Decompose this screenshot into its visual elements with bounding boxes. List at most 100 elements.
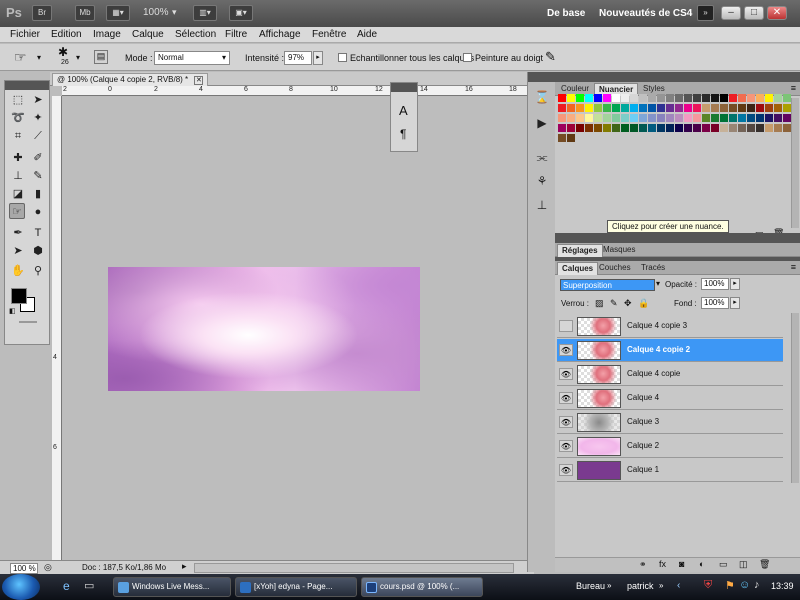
swatch[interactable] [675, 104, 683, 112]
swatch[interactable] [729, 104, 737, 112]
swatch[interactable] [612, 104, 620, 112]
swatch[interactable] [639, 94, 647, 102]
screen-mode-icon[interactable]: ▣▾ [229, 5, 253, 21]
security-shield-icon[interactable]: ⛨ [704, 579, 712, 592]
layer-row[interactable]: 👁 Calque 2 [557, 435, 783, 458]
layer-row[interactable]: 👁 Calque 4 copie 2 [557, 339, 783, 362]
dodge-tool-icon[interactable]: ● [30, 204, 46, 220]
task-photoshop[interactable]: cours.psd @ 100% (... [361, 577, 483, 597]
swatch[interactable] [558, 134, 566, 142]
swatch[interactable] [729, 94, 737, 102]
swatch[interactable] [612, 124, 620, 132]
menu-filtre[interactable]: Filtre [225, 29, 247, 40]
swatch[interactable] [756, 124, 764, 132]
swatch[interactable] [594, 104, 602, 112]
swatch[interactable] [747, 104, 755, 112]
swatch[interactable] [639, 124, 647, 132]
swatch[interactable] [693, 94, 701, 102]
layer-style-icon[interactable]: fx [659, 559, 666, 569]
layers-scrollbar[interactable] [791, 313, 799, 483]
layer-row[interactable]: 👁 Calque 4 copie [557, 363, 783, 386]
swatch[interactable] [639, 114, 647, 122]
close-button[interactable]: ✕ [767, 6, 787, 20]
tab-traces[interactable]: Tracés [637, 262, 669, 275]
swatch[interactable] [774, 124, 782, 132]
swatch[interactable] [738, 114, 746, 122]
swatch[interactable] [711, 124, 719, 132]
lasso-tool-icon[interactable]: ➰ [10, 110, 26, 126]
swatch[interactable] [702, 104, 710, 112]
document-tab[interactable]: @ 100% (Calque 4 copie 2, RVB/8) * ✕ [52, 73, 209, 86]
swatch[interactable] [612, 114, 620, 122]
swatch[interactable] [666, 94, 674, 102]
swatch[interactable] [684, 114, 692, 122]
swatch[interactable] [702, 124, 710, 132]
actions-panel-icon[interactable]: ▶ [533, 116, 551, 132]
visibility-eye-icon[interactable]: 👁 [559, 440, 573, 452]
task-messenger[interactable]: Windows Live Mess... [113, 577, 231, 597]
swatch[interactable] [666, 104, 674, 112]
new-layer-icon[interactable]: ◫ [739, 559, 748, 570]
swatch[interactable] [603, 94, 611, 102]
visibility-eye-icon[interactable]: 👁 [559, 368, 573, 380]
layer-row[interactable]: Calque 4 copie 3 [557, 315, 783, 338]
swatch[interactable] [783, 104, 791, 112]
swatch[interactable] [585, 94, 593, 102]
lock-pixels-icon[interactable]: ✎ [610, 298, 618, 309]
zoom-dropdown-icon[interactable]: ▾ [172, 7, 177, 18]
swatch[interactable] [675, 124, 683, 132]
swatch[interactable] [603, 104, 611, 112]
shape-tool-icon[interactable]: ⬢ [30, 243, 46, 259]
quick-mask-icon[interactable] [19, 321, 37, 323]
smudge-tool-icon[interactable]: ☞ [9, 203, 25, 219]
swatch[interactable] [585, 104, 593, 112]
swatch[interactable] [693, 114, 701, 122]
history-brush-icon[interactable]: ✎ [30, 168, 46, 184]
swatch[interactable] [756, 94, 764, 102]
menu-selection[interactable]: Sélection [175, 29, 216, 40]
swatch[interactable] [630, 114, 638, 122]
swatch[interactable] [558, 104, 566, 112]
swatch[interactable] [747, 94, 755, 102]
adjust-panel-header[interactable] [555, 233, 800, 243]
character-icon[interactable]: A [399, 103, 408, 118]
lock-position-icon[interactable]: ✥ [624, 298, 632, 309]
swatch[interactable] [747, 114, 755, 122]
swatch[interactable] [621, 114, 629, 122]
marquee-tool-icon[interactable]: ⬚ [10, 92, 26, 108]
swatch[interactable] [783, 124, 791, 132]
blend-mode-select[interactable]: Superposition [560, 279, 655, 291]
swatch[interactable] [657, 104, 665, 112]
bridge-button[interactable]: Br [32, 5, 52, 21]
swatch[interactable] [666, 114, 674, 122]
swatch[interactable] [657, 114, 665, 122]
opacity-input[interactable]: 100% [701, 278, 729, 290]
tool-presets-icon[interactable]: ⊥ [533, 198, 551, 214]
swatch[interactable] [720, 104, 728, 112]
tab-reglages[interactable]: Réglages [557, 244, 603, 257]
swatch[interactable] [630, 104, 638, 112]
minimize-button[interactable]: – [721, 6, 741, 20]
layers-panel-menu-icon[interactable]: ≡ [791, 262, 796, 272]
swatch[interactable] [657, 94, 665, 102]
swatch[interactable] [648, 104, 656, 112]
layer-mask-icon[interactable]: ◙ [679, 559, 684, 569]
swatch[interactable] [630, 94, 638, 102]
swatch[interactable] [657, 124, 665, 132]
pen-tool-icon[interactable]: ✒ [10, 225, 26, 241]
adjustment-layer-icon[interactable]: ◐ [699, 559, 704, 569]
layer-row[interactable]: 👁 Calque 1 [557, 459, 783, 482]
fill-input[interactable]: 100% [701, 297, 729, 309]
tab-calques[interactable]: Calques [557, 262, 599, 275]
foreground-color-swatch[interactable] [11, 288, 27, 304]
brush-preview-icon[interactable]: ✱ [58, 45, 68, 59]
clock[interactable]: 13:39 [771, 581, 794, 591]
clone-source-icon[interactable]: ⚘ [533, 174, 551, 190]
task-browser[interactable]: [xYoh] edyna - Page... [235, 577, 357, 597]
view-extras-icon[interactable]: ▦▾ [106, 5, 130, 21]
swatch[interactable] [585, 114, 593, 122]
mini-bridge-button[interactable]: Mb [75, 5, 95, 21]
smudge-tool-preset-icon[interactable]: ☞ [14, 49, 27, 66]
menu-edition[interactable]: Edition [51, 29, 82, 40]
new-group-icon[interactable]: ▭ [719, 559, 728, 570]
